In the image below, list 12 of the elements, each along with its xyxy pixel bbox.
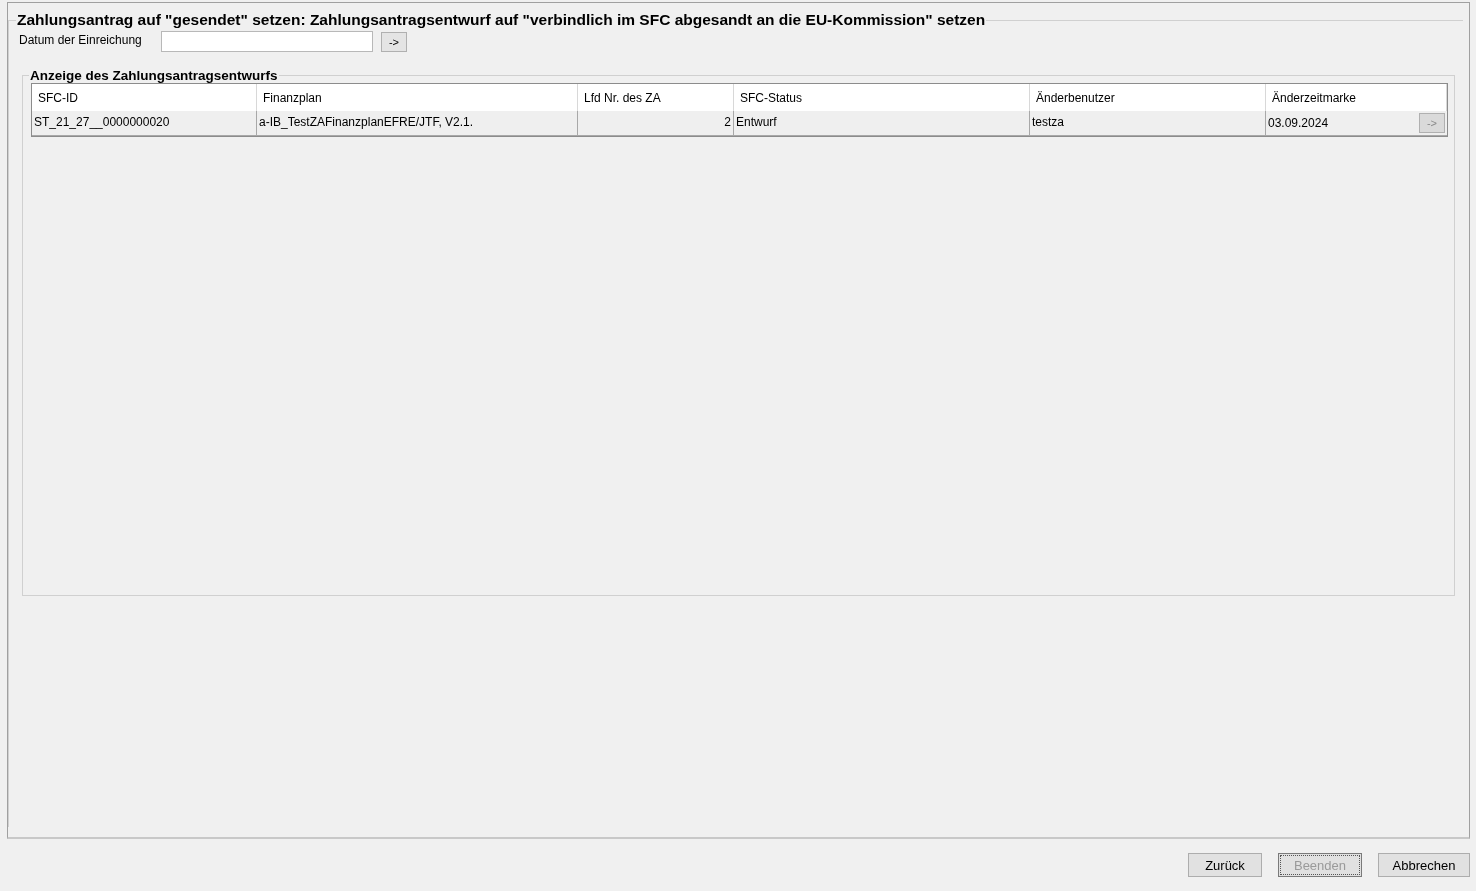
table-cell: ST_21_27__0000000020: [32, 111, 257, 135]
table-cell: testza: [1030, 111, 1266, 135]
dialog-button[interactable]: Abbrechen: [1378, 853, 1470, 877]
table-cell: 03.09.2024: [1268, 116, 1329, 130]
form-title: Zahlungsantrag auf "gesendet" setzen: Zahlungsantragsentwurf auf "verbindlich im SFC abgesandt an die EU-Kommission" setzen: [16, 11, 987, 29]
date-input-field[interactable]: [161, 31, 373, 52]
table-cell: Entwurf: [734, 111, 1030, 135]
date-label: Datum der Einreichung: [19, 33, 143, 47]
date-apply-button[interactable]: ->: [381, 31, 407, 52]
group-title: Anzeige des Zahlungsantragsentwurfs: [29, 68, 279, 83]
dialog-button[interactable]: Zurück: [1188, 853, 1262, 877]
table-cell: a-IB_TestZAFinanzplanEFRE/JTF, V2.1.: [257, 111, 578, 135]
